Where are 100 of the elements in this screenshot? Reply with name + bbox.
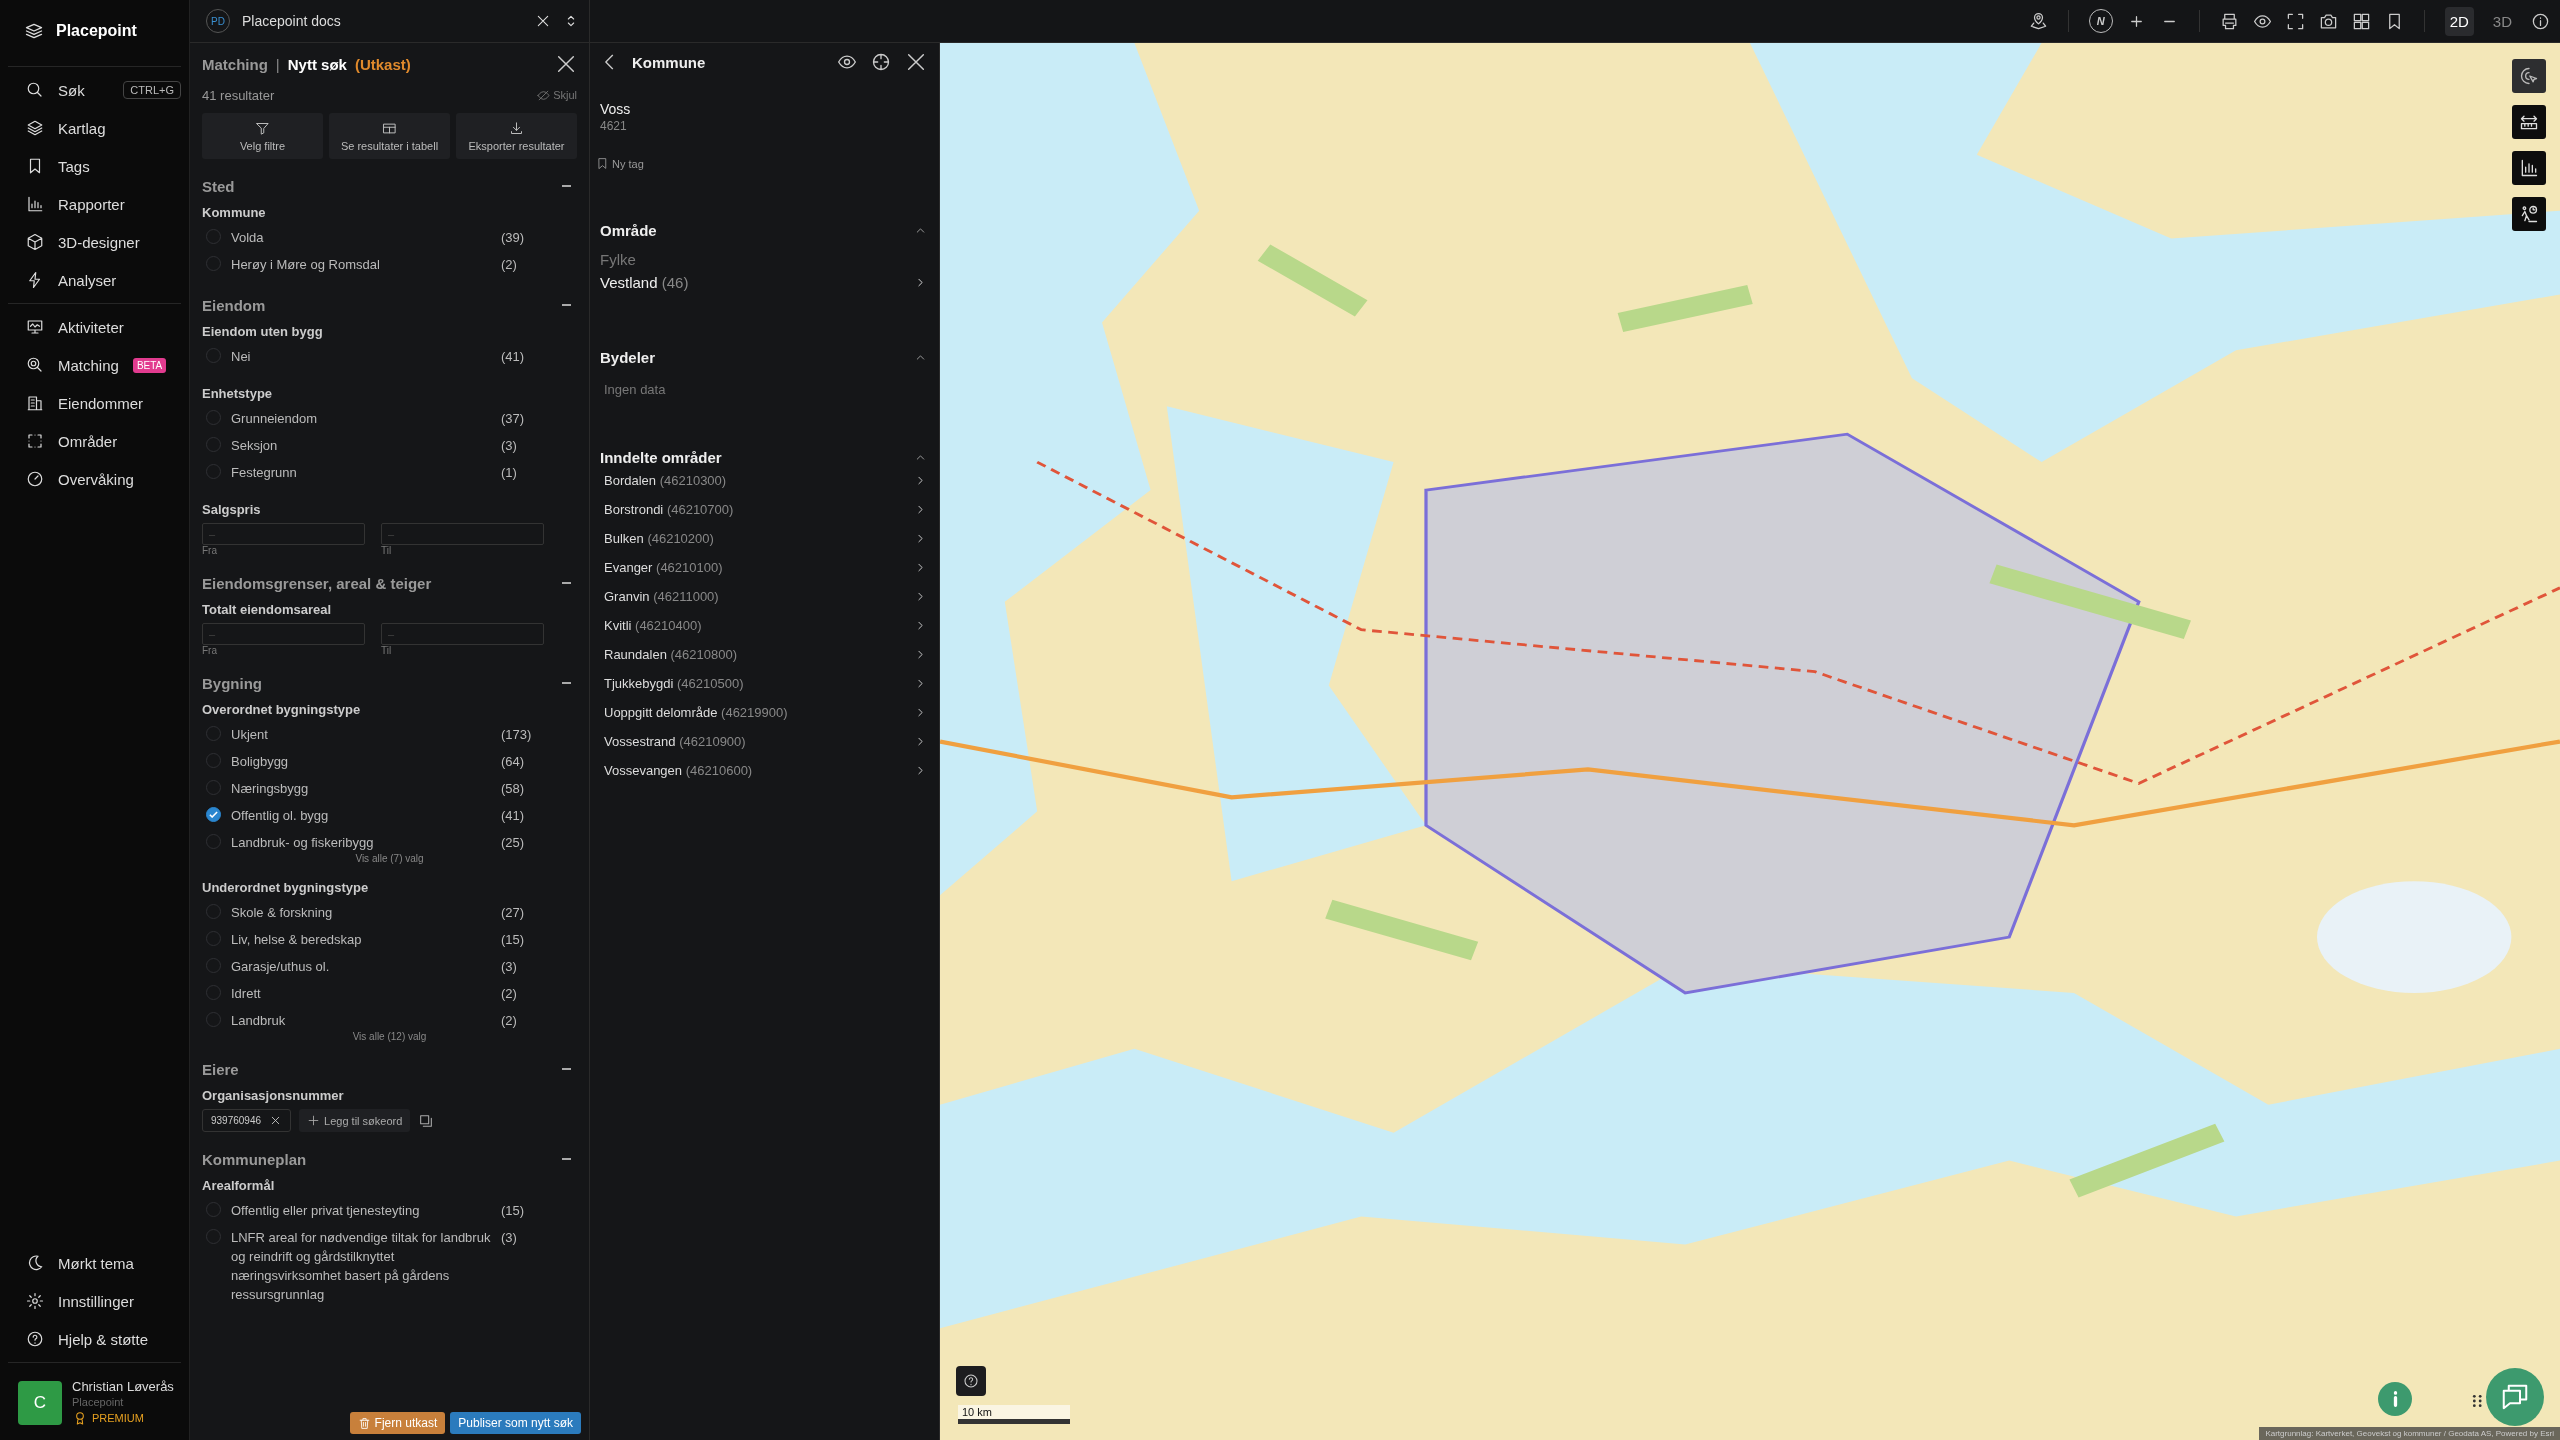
scale-bar: 10 km <box>958 1405 1070 1424</box>
nav-item[interactable]: Matching BETA <box>8 346 181 384</box>
bar-chart-icon <box>2519 158 2539 178</box>
nav-item[interactable]: Søk CTRL+G <box>8 71 181 109</box>
section-title: Eiendom <box>202 296 266 314</box>
add-keyword-button[interactable]: Legg til søkeord <box>299 1109 411 1132</box>
area-list-item[interactable]: Vestland (46) <box>600 268 927 297</box>
nav-item[interactable]: Hjelp & støtte <box>8 1320 181 1358</box>
settings-icon <box>26 1292 44 1310</box>
help-button[interactable] <box>956 1366 986 1396</box>
filter-group-title: Enhetstype <box>202 386 274 401</box>
close-icon[interactable] <box>535 13 551 29</box>
section-title: Inndelte områder <box>600 449 722 466</box>
show-all-link[interactable]: Vis alle (12) valg <box>352 1031 427 1042</box>
app-name: Placepoint <box>56 22 137 40</box>
plan-label: PREMIUM <box>92 1412 144 1424</box>
filter-option[interactable]: Ukjent (173) <box>202 721 577 748</box>
area-list-item[interactable]: Bulken (46210200) <box>600 524 927 553</box>
filter-option[interactable]: Liv, helse & beredskap (15) <box>202 926 577 953</box>
section-title: Område <box>600 222 657 239</box>
area-list-item[interactable]: Raundalen (46210800) <box>600 640 927 669</box>
nav-item[interactable]: Mørkt tema <box>8 1244 181 1282</box>
from-field[interactable]: – <box>202 623 365 645</box>
area-list-item[interactable]: Kvitli (46210400) <box>600 611 927 640</box>
view-mode-toggle[interactable]: 2D <box>2444 6 2474 36</box>
to-field[interactable]: – <box>381 623 544 645</box>
map-tool-button[interactable] <box>2512 151 2546 185</box>
filter-option[interactable]: Boligbygg (64) <box>202 748 577 775</box>
info-icon[interactable] <box>2531 11 2550 31</box>
walking-person-icon <box>2519 204 2539 224</box>
filter-option[interactable]: Garasje/uthus ol. (3) <box>202 953 577 980</box>
filter-group-title: Arealformål <box>202 1178 276 1193</box>
filter-option[interactable]: Festegrunn (1) <box>202 459 577 486</box>
action-button[interactable]: Velg filtre <box>202 113 323 159</box>
field-label: Til <box>381 545 393 556</box>
nav-item[interactable]: 3D-designer <box>8 223 181 261</box>
filter-option[interactable]: Herøy i Møre og Romsdal (2) <box>202 251 577 278</box>
filter-option[interactable]: Skole & forskning (27) <box>202 899 577 926</box>
nav-item[interactable]: Innstillinger <box>8 1282 181 1320</box>
filter-option[interactable]: Seksjon (3) <box>202 432 577 459</box>
checkbox[interactable] <box>206 807 221 822</box>
municipality-name: Voss <box>600 101 632 117</box>
filter-option[interactable]: Grunneiendom (37) <box>202 405 577 432</box>
nav-item[interactable]: Analyser <box>8 261 181 299</box>
close-icon[interactable] <box>555 53 577 75</box>
close-icon[interactable] <box>905 51 927 73</box>
show-all-link[interactable]: Vis alle (7) valg <box>355 853 424 864</box>
filter-group-title: Underordnet bygningstype <box>202 880 370 895</box>
crosshair-icon[interactable] <box>871 52 891 72</box>
filter-option[interactable]: Offentlig ol. bygg (41) <box>202 802 577 829</box>
nav-item[interactable]: Overvåking <box>8 460 181 498</box>
nav-item[interactable]: Aktiviteter <box>8 308 181 346</box>
to-field[interactable]: – <box>381 523 544 545</box>
nav-item[interactable]: Områder <box>8 422 181 460</box>
filter-group-title: Eiendom uten bygg <box>202 324 324 339</box>
publish-button[interactable]: Publiser som nytt søk <box>450 1412 581 1434</box>
fullscreen-icon[interactable] <box>2285 11 2305 31</box>
new-tag-button[interactable]: Ny tag <box>596 157 644 170</box>
field-label: Til <box>381 645 393 656</box>
map-tool-button[interactable] <box>2512 59 2546 93</box>
draft-status: (Utkast) <box>354 55 411 73</box>
area-list-item[interactable]: Evanger (46210100) <box>600 553 927 582</box>
trash-icon <box>357 1416 371 1430</box>
breadcrumb-link[interactable]: Matching <box>202 55 268 73</box>
area-list-item[interactable]: Granvin (46211000) <box>600 582 927 611</box>
nav-item[interactable]: Eiendommer <box>8 384 181 422</box>
info-icon <box>2392 1391 2398 1407</box>
workspace-selector[interactable]: PD Placepoint docs <box>190 0 590 42</box>
action-button[interactable]: Eksporter resultater <box>456 113 577 159</box>
map-tool-button[interactable] <box>2512 197 2546 231</box>
hide-button[interactable]: Skjul <box>537 88 577 102</box>
action-button[interactable]: Se resultater i tabell <box>329 113 450 159</box>
nav-item[interactable]: Tags <box>8 147 181 185</box>
municipality-code: 4621 <box>600 119 628 133</box>
nav-item[interactable]: Rapporter <box>8 185 181 223</box>
map-tool-button[interactable] <box>2512 105 2546 139</box>
filter-option[interactable]: Idrett (2) <box>202 980 577 1007</box>
map-pin-icon[interactable] <box>2028 11 2048 31</box>
nav-item[interactable]: Kartlag <box>8 109 181 147</box>
area-list-item[interactable]: Tjukkebygdi (46210500) <box>600 669 927 698</box>
area-list-item[interactable]: Vossestrand (46210900) <box>600 727 927 756</box>
from-field[interactable]: – <box>202 523 365 545</box>
area-list-item[interactable]: Vossevangen (46210600) <box>600 756 927 785</box>
grid-icon[interactable] <box>2351 11 2371 31</box>
filter-option[interactable]: Volda (39) <box>202 224 577 251</box>
filter-option[interactable]: Nei (41) <box>202 343 577 370</box>
view-mode-toggle[interactable]: 3D <box>2487 6 2517 36</box>
filter-option[interactable]: LNFR areal for nødvendige tiltak for landbruk og reindrift og gårdstilknyttet næringsvirksomhet basert på gårdens ressursgrunnlag (3) <box>202 1224 577 1308</box>
pointer-icon <box>2519 66 2539 86</box>
filter-option[interactable]: Offentlig eller privat tjenesteyting (15) <box>202 1197 577 1224</box>
avatar[interactable]: C <box>18 1380 62 1425</box>
area-list-item[interactable]: Bordalen (46210300) <box>600 466 927 495</box>
help-icon <box>26 1330 44 1348</box>
plus-icon <box>307 1114 321 1127</box>
area-list-item[interactable]: Uoppgitt delområde (46219900) <box>600 698 927 727</box>
beta-badge: BETA <box>132 357 167 373</box>
copy-icon[interactable] <box>418 1112 435 1129</box>
area-list-item[interactable]: Borstrondi (46210700) <box>600 495 927 524</box>
filter-option[interactable]: Næringsbygg (58) <box>202 775 577 802</box>
keyword-chip[interactable]: 939760946 <box>202 1109 292 1132</box>
